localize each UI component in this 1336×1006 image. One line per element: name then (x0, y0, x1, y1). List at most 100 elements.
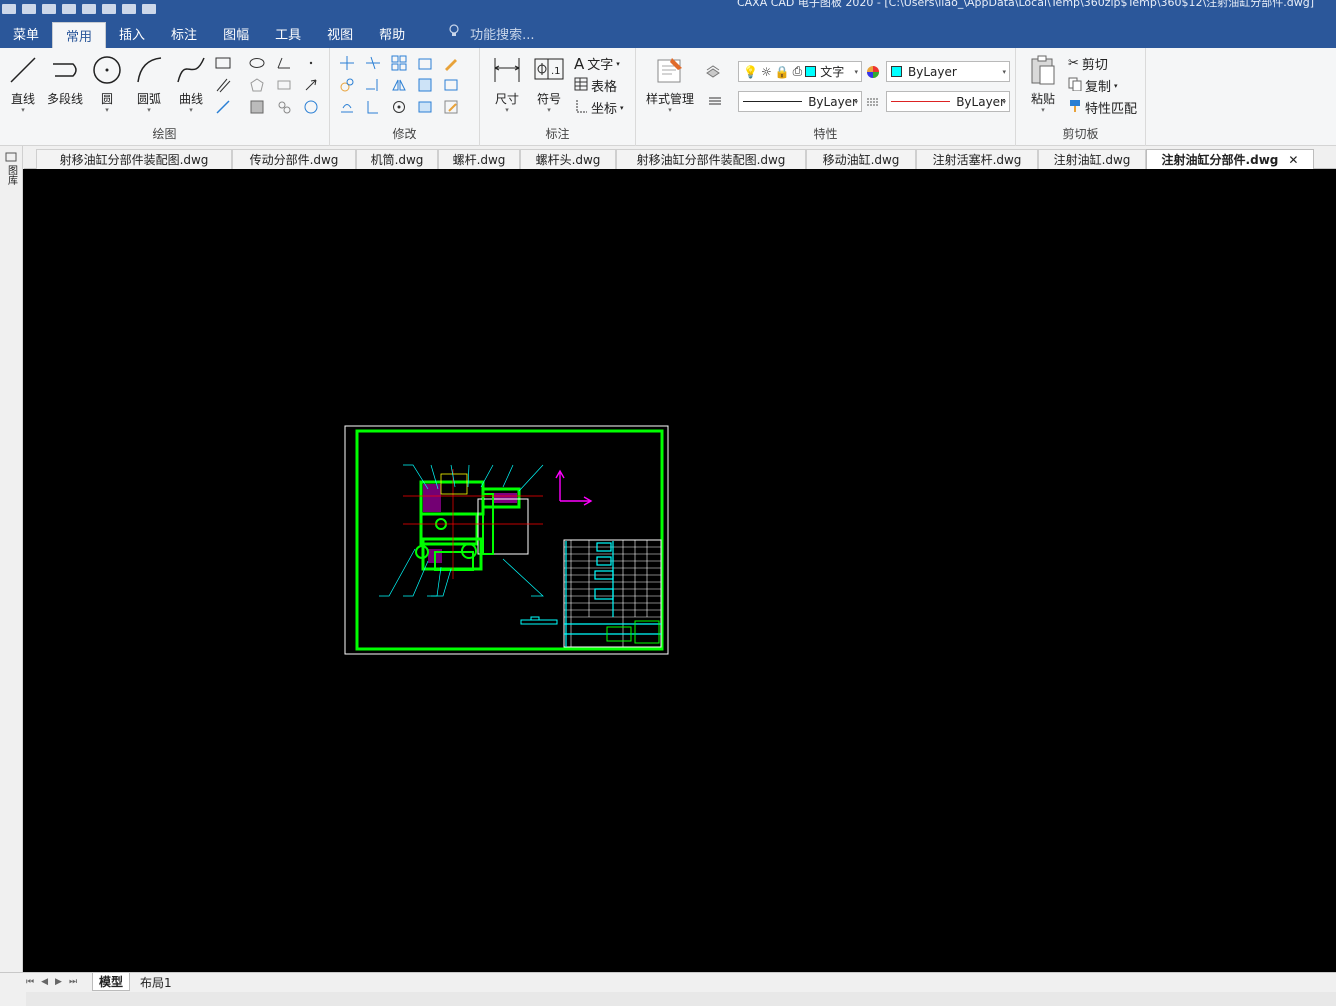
angle-line-icon[interactable] (275, 54, 293, 72)
lightbulb-icon (448, 24, 460, 42)
modify-group-label: 修改 (392, 127, 417, 141)
polygon-icon[interactable] (248, 76, 266, 94)
next-layout-icon[interactable]: ▶ (55, 977, 62, 987)
cut-button[interactable]: ✂ 剪切 (1068, 54, 1108, 73)
text-button[interactable]: A 文字 ▾ (574, 54, 620, 74)
doc-tab-active[interactable]: 注射油缸分部件.dwg ✕ (1146, 149, 1314, 169)
move-icon[interactable] (338, 54, 356, 72)
arrow-draw-icon[interactable] (302, 76, 320, 94)
doc-tab[interactable]: 机筒.dwg (356, 149, 438, 169)
layer-manager-icon[interactable] (704, 62, 722, 80)
doc-tab[interactable]: 射移油缸分部件装配图.dwg (36, 149, 232, 169)
arc-button[interactable]: 圆弧 ▾ (128, 54, 170, 114)
redo-icon[interactable] (142, 4, 156, 14)
library-panel-button[interactable]: 图库 (2, 152, 20, 196)
paste-button[interactable]: 粘贴 ▾ (1022, 54, 1064, 114)
library-icon (5, 152, 17, 165)
mirror-icon[interactable] (390, 76, 408, 94)
rectangle-icon[interactable] (214, 54, 232, 72)
copy-button[interactable]: 复制 ▾ (1068, 76, 1118, 95)
copy-button-label: 复制 (1085, 80, 1112, 95)
function-search[interactable]: 功能搜索... (448, 18, 535, 48)
chamfer-icon[interactable] (416, 98, 434, 116)
layer-combo[interactable]: 💡 ☼ 🔒 ⎙ 文字 ▾ (738, 61, 862, 82)
dimension-icon (491, 54, 523, 86)
hatch-icon[interactable] (248, 98, 266, 116)
trim-icon[interactable] (364, 54, 382, 72)
menu-item-help[interactable]: 帮助 (366, 18, 418, 48)
save-as-icon[interactable] (82, 4, 96, 14)
rotate-icon[interactable] (390, 98, 408, 116)
layout-tab-layout1[interactable]: 布局1 (134, 973, 178, 991)
lineweight-combo[interactable]: ByLayer ▾ (886, 91, 1010, 112)
doc-tab-label: 螺杆.dwg (452, 153, 506, 167)
circle-button[interactable]: 圆 ▾ (86, 54, 128, 114)
print-icon[interactable] (102, 4, 116, 14)
close-tab-icon[interactable]: ✕ (1288, 153, 1298, 167)
color-wheel-icon[interactable] (864, 63, 882, 81)
svg-text:.1: .1 (551, 66, 561, 77)
array-icon[interactable] (390, 54, 408, 72)
stretch-icon[interactable] (416, 54, 434, 72)
layout-tab-bar: ⏮ ◀ ▶ ⏭ 模型 布局1 (0, 972, 1336, 1006)
prev-layout-icon[interactable]: ◀ (41, 977, 48, 987)
menu-item-sheet[interactable]: 图幅 (210, 18, 262, 48)
point-icon[interactable] (302, 54, 320, 72)
layout-tab-model[interactable]: 模型 (92, 973, 131, 991)
match-properties-button[interactable]: 特性匹配 (1068, 98, 1137, 117)
line-button[interactable]: 直线 ▾ (2, 54, 44, 114)
fillet-icon[interactable] (364, 98, 382, 116)
edit-pencil-icon[interactable] (442, 54, 460, 72)
block-icon[interactable] (275, 98, 293, 116)
doc-tab[interactable]: 射移油缸分部件装配图.dwg (616, 149, 806, 169)
explode-icon[interactable] (442, 76, 460, 94)
doc-tab[interactable]: 注射活塞杆.dwg (916, 149, 1038, 169)
curve-button[interactable]: 曲线 ▾ (170, 54, 212, 114)
scissors-icon: ✂ (1068, 56, 1079, 71)
style-manager-button[interactable]: 样式管理 ▾ (642, 54, 698, 114)
menu-item-common[interactable]: 常用 (52, 22, 107, 48)
doc-tab[interactable]: 注射油缸.dwg (1038, 149, 1146, 169)
menu-item-tools[interactable]: 工具 (262, 18, 314, 48)
centerline-icon[interactable] (275, 76, 293, 94)
app-menu-icon[interactable] (2, 4, 16, 14)
open-file-icon[interactable] (42, 4, 56, 14)
match-properties-label: 特性匹配 (1085, 102, 1138, 117)
menu-item-insert[interactable]: 插入 (106, 18, 158, 48)
save-icon[interactable] (62, 4, 76, 14)
ellipse-icon[interactable] (248, 54, 266, 72)
line-pattern-icon[interactable] (864, 93, 882, 111)
linetype-combo[interactable]: ByLayer ▾ (738, 91, 862, 112)
ribbon-group-properties: 样式管理 ▾ 💡 ☼ 🔒 ⎙ 文字 ▾ ByLayer ▾ ByLayer ▾ (636, 48, 1016, 146)
offset-icon[interactable] (338, 98, 356, 116)
menu-item-view[interactable]: 视图 (314, 18, 366, 48)
color-combo[interactable]: ByLayer ▾ (886, 61, 1010, 82)
undo-icon[interactable] (122, 4, 136, 14)
symbol-button[interactable]: .1 符号 ▾ (528, 54, 570, 114)
doc-tab[interactable]: 螺杆.dwg (438, 149, 520, 169)
coordinate-button[interactable]: 坐标 ▾ (574, 98, 624, 117)
dimension-button[interactable]: 尺寸 ▾ (486, 54, 528, 114)
polyline-button[interactable]: 多段线 (42, 54, 88, 107)
ribbon-group-modify: 修改 (330, 48, 480, 146)
copy-object-icon[interactable] (338, 76, 356, 94)
table-icon (574, 77, 588, 95)
doc-tab[interactable]: 移动油缸.dwg (806, 149, 916, 169)
table-button[interactable]: 表格 (574, 76, 617, 95)
scale-icon[interactable] (416, 76, 434, 94)
break-icon[interactable] (442, 98, 460, 116)
doc-tab[interactable]: 螺杆头.dwg (520, 149, 616, 169)
image-icon[interactable] (302, 98, 320, 116)
first-layout-icon[interactable]: ⏮ (26, 977, 34, 987)
color-value: ByLayer (908, 64, 957, 79)
menu-item-annotate[interactable]: 标注 (158, 18, 210, 48)
doc-tab[interactable]: 传动分部件.dwg (232, 149, 356, 169)
new-file-icon[interactable] (22, 4, 36, 14)
extend-icon[interactable] (364, 76, 382, 94)
last-layout-icon[interactable]: ⏭ (69, 977, 77, 987)
parallel-line-icon[interactable] (214, 76, 232, 94)
drawing-canvas[interactable] (23, 169, 1336, 972)
lineweight-icon[interactable] (706, 92, 724, 110)
menu-item-menu[interactable]: 菜单 (0, 18, 52, 48)
construction-line-icon[interactable] (214, 98, 232, 116)
